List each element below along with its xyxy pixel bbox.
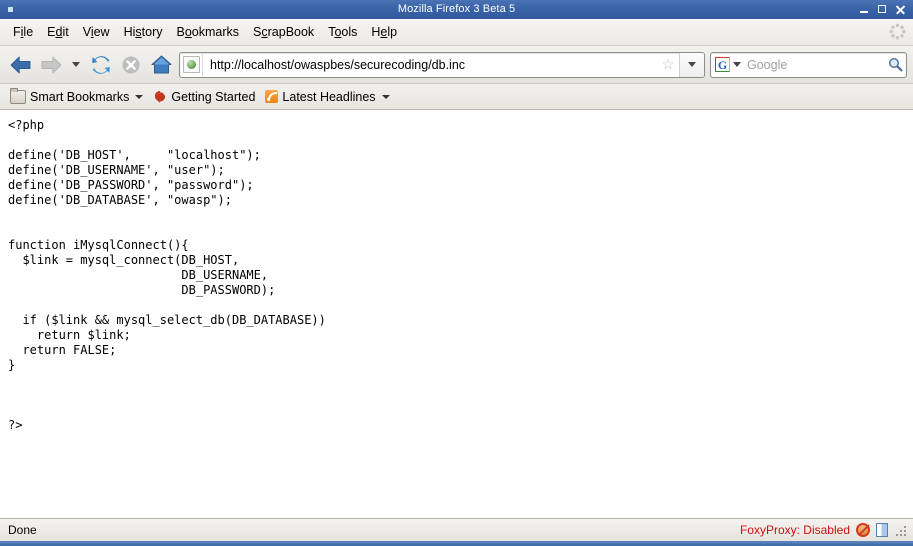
forward-button [36, 51, 66, 79]
chevron-down-icon [688, 62, 696, 67]
minimize-icon[interactable] [859, 4, 870, 15]
chevron-down-icon [381, 94, 390, 99]
menu-help[interactable]: Help [364, 23, 404, 41]
menu-bookmarks[interactable]: Bookmarks [170, 23, 247, 41]
resize-grip[interactable] [894, 523, 907, 537]
throbber-icon [889, 23, 906, 40]
status-bar: Done FoxyProxy: Disabled [0, 518, 913, 541]
page-content[interactable]: <?php define('DB_HOST', "localhost"); de… [0, 110, 913, 518]
search-engine-dropdown[interactable] [733, 62, 741, 67]
firefox-window: Mozilla Firefox 3 Beta 5 File Edit View … [0, 0, 913, 546]
menu-bar: File Edit View History Bookmarks ScrapBo… [0, 19, 913, 46]
window-title: Mozilla Firefox 3 Beta 5 [397, 3, 516, 15]
back-button[interactable] [6, 51, 36, 79]
status-bar-right: FoxyProxy: Disabled [740, 523, 911, 537]
back-arrow-icon [10, 55, 31, 74]
menu-file[interactable]: File [6, 23, 40, 41]
firefox-icon [155, 90, 166, 103]
stop-button [116, 51, 146, 79]
desktop-taskbar [0, 541, 913, 546]
menu-edit[interactable]: Edit [40, 23, 76, 41]
menu-view[interactable]: View [76, 23, 117, 41]
search-icon[interactable] [884, 57, 906, 72]
navigation-toolbar: http://localhost/owaspbes/securecoding/d… [0, 46, 913, 84]
sidebar-toggle-icon[interactable] [876, 523, 888, 537]
url-dropdown-button[interactable] [679, 52, 704, 77]
search-input[interactable]: Google [745, 58, 884, 72]
window-controls [859, 4, 913, 15]
window-icon [4, 0, 18, 19]
globe-icon [186, 60, 196, 69]
status-message: Done [8, 523, 37, 537]
title-bar: Mozilla Firefox 3 Beta 5 [0, 0, 913, 19]
history-dropdown-button[interactable] [66, 51, 86, 79]
stop-icon [122, 56, 140, 73]
forward-arrow-icon [41, 55, 62, 74]
foxyproxy-status[interactable]: FoxyProxy: Disabled [740, 523, 850, 537]
close-icon[interactable] [895, 4, 906, 15]
home-button[interactable] [146, 51, 176, 79]
chevron-down-icon [733, 62, 741, 67]
bookmark-star-icon[interactable]: ☆ [657, 56, 679, 73]
menu-tools[interactable]: Tools [321, 23, 364, 41]
bookmark-label: Getting Started [171, 89, 256, 104]
no-entry-icon[interactable] [856, 523, 870, 537]
reload-button[interactable] [86, 51, 116, 79]
url-bar[interactable]: http://localhost/owaspbes/securecoding/d… [179, 51, 705, 78]
reload-icon [92, 55, 110, 74]
home-icon [151, 55, 171, 74]
bookmark-getting-started[interactable]: Getting Started [151, 88, 261, 106]
bookmarks-toolbar: Smart Bookmarks Getting Started Latest H… [0, 84, 913, 110]
chevron-down-icon [135, 94, 144, 99]
search-bar[interactable]: G Google [710, 51, 907, 78]
bookmark-label: Smart Bookmarks [30, 89, 130, 104]
bookmark-smart-bookmarks[interactable]: Smart Bookmarks [8, 87, 149, 106]
source-code-text: <?php define('DB_HOST', "localhost"); de… [8, 118, 326, 432]
menu-history[interactable]: History [117, 23, 170, 41]
maximize-icon[interactable] [877, 4, 888, 15]
google-logo-icon[interactable]: G [715, 57, 730, 72]
folder-icon [10, 87, 26, 104]
bookmark-latest-headlines[interactable]: Latest Headlines [263, 88, 395, 106]
url-input[interactable]: http://localhost/owaspbes/securecoding/d… [203, 58, 657, 72]
menu-scrapbook[interactable]: ScrapBook [246, 23, 321, 41]
page-favicon [180, 53, 203, 76]
chevron-down-icon [72, 62, 80, 67]
rss-icon [265, 90, 279, 103]
bookmark-label: Latest Headlines [282, 89, 376, 104]
